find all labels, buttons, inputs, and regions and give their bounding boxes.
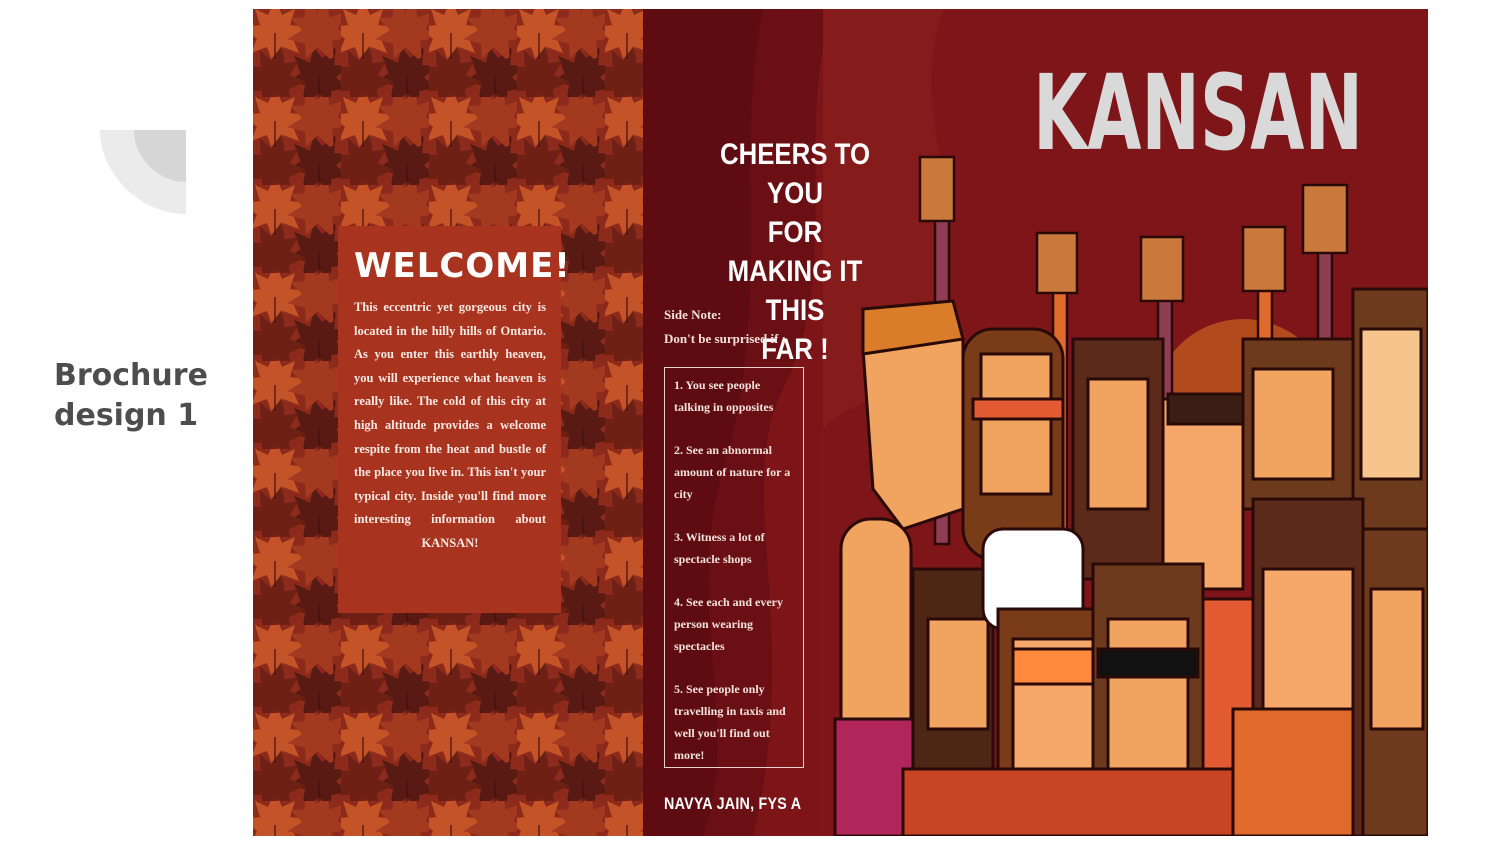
- list-item: 2. See an abnormal amount of nature for …: [674, 443, 791, 501]
- surprise-list: 1. You see people talking in opposites 2…: [664, 367, 804, 768]
- decorative-arc-shape: [100, 130, 186, 214]
- slide-title: Brochure design 1: [54, 358, 208, 433]
- list-item: 4. See each and every person wearing spe…: [674, 595, 783, 653]
- list-item: 1. You see people talking in opposites: [674, 378, 774, 414]
- cheers-line-2: FOR: [767, 216, 823, 249]
- welcome-box: WELCOME! This eccentric yet gorgeous cit…: [338, 226, 571, 613]
- brochure: WELCOME! This eccentric yet gorgeous cit…: [253, 9, 1428, 836]
- welcome-title: WELCOME!: [354, 246, 571, 286]
- welcome-text: This eccentric yet gorgeous city is loca…: [354, 300, 546, 550]
- side-note: Side Note: Don't be surprised if :: [664, 303, 844, 351]
- cheers-line-1: CHEERS TO YOU: [719, 138, 871, 210]
- side-note-label: Side Note:: [664, 307, 722, 322]
- side-note-intro: Don't be surprised if :: [664, 331, 787, 346]
- list-item: 5. See people only travelling in taxis a…: [674, 682, 786, 762]
- list-item: 3. Witness a lot of spectacle shops: [674, 530, 765, 566]
- author-credit: NAVYA JAIN, FYS A: [664, 794, 802, 813]
- crowd-illustration: KANSAN: [823, 9, 1428, 836]
- kansan-logo: KANSAN: [1033, 52, 1363, 174]
